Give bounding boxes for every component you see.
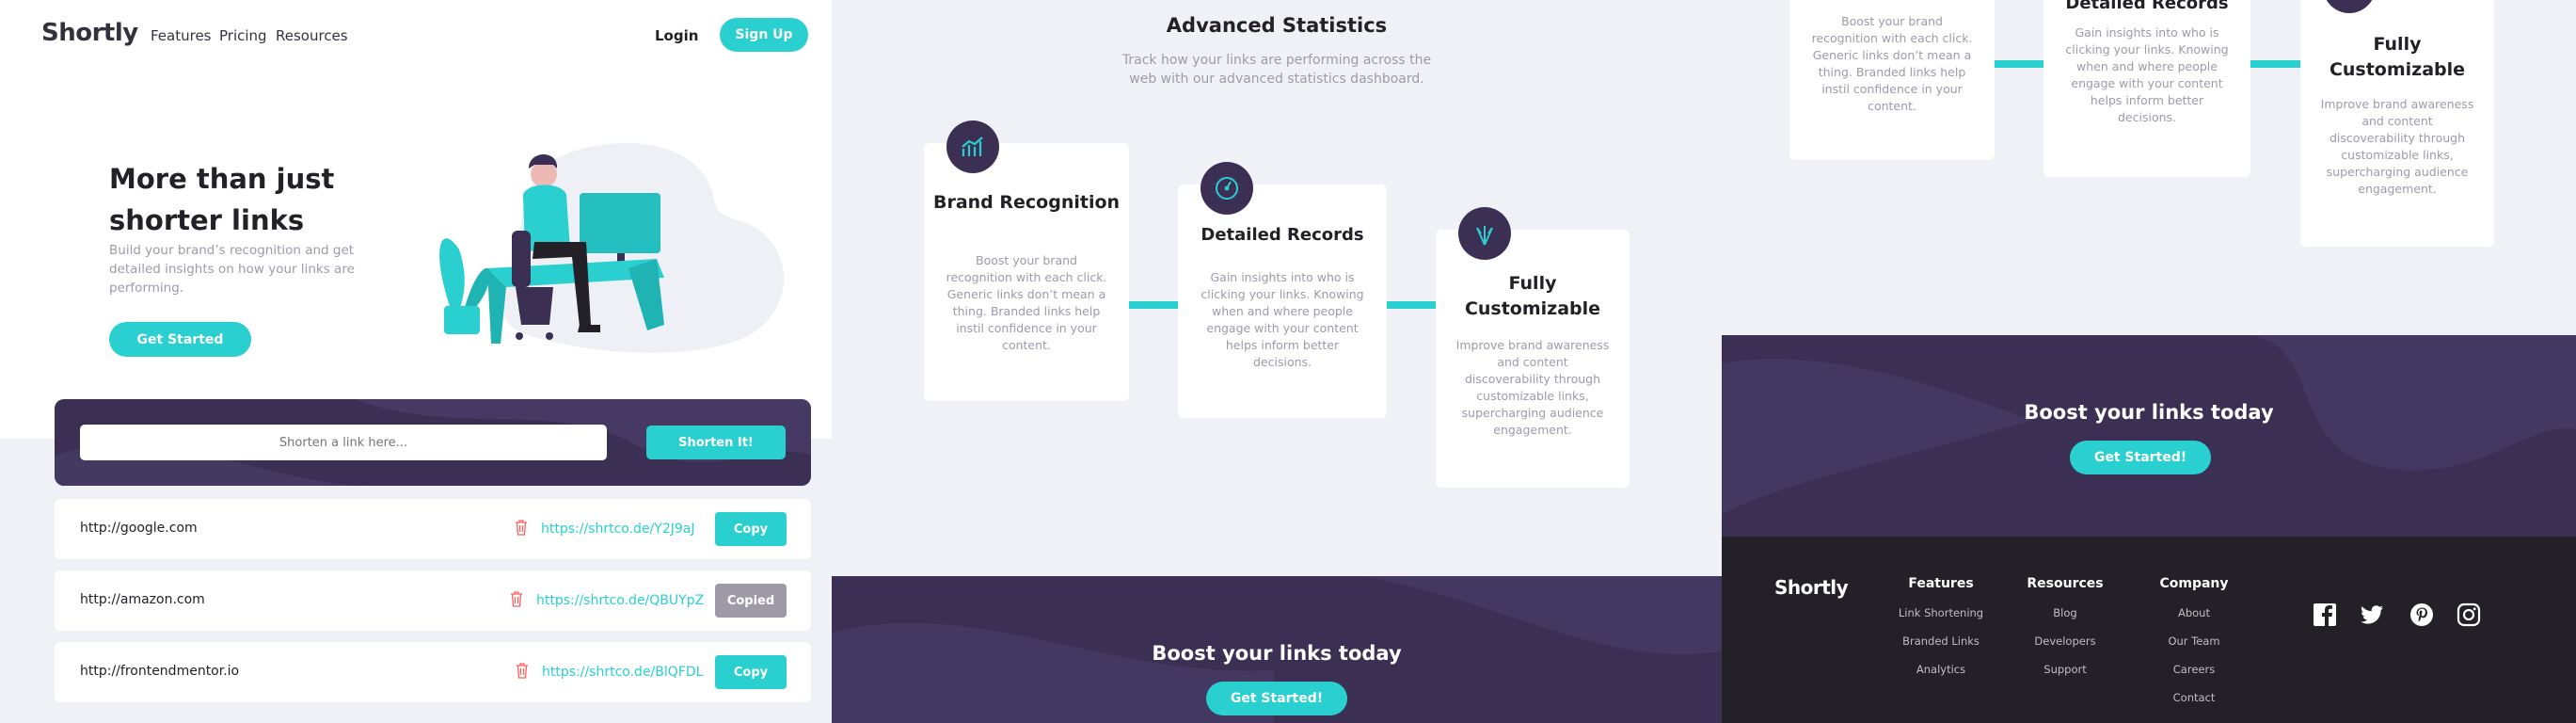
footer-link[interactable]: Blog (2004, 606, 2126, 619)
facebook-icon[interactable] (2313, 602, 2337, 627)
feature-card: Boost your brand recognition with each c… (1789, 0, 1995, 160)
nav-resources[interactable]: Resources (276, 27, 348, 44)
feature-card: Detailed Records Gain insights into who … (2043, 0, 2250, 177)
short-url[interactable]: https://shrtco.de/BlQFDL (542, 665, 703, 680)
boost-get-started-button[interactable]: Get Started! (1206, 682, 1347, 715)
link-result-row: http://amazon.com https://shrtco.de/QBUY… (55, 570, 811, 631)
card-connector (1385, 301, 1441, 309)
stats-subtitle: Track how your links are performing acro… (1121, 53, 1432, 87)
card-connector (1991, 60, 2047, 68)
card-title: Fully Customizable (1464, 273, 1601, 319)
stats-title: Advanced Statistics (1166, 14, 1388, 37)
footer-link[interactable]: Link Shortening (1880, 606, 2002, 619)
original-url: http://google.com (80, 521, 198, 536)
footer-link[interactable]: Our Team (2133, 635, 2255, 648)
card-connector (1127, 301, 1184, 309)
hero-panel: Shortly Features Pricing Resources Login… (0, 0, 832, 723)
short-url[interactable]: https://shrtco.de/Y2J9aJ (541, 522, 694, 537)
nav-features[interactable]: Features (151, 27, 212, 44)
brand-logo[interactable]: Shortly (41, 19, 138, 47)
copied-button[interactable]: Copied (715, 584, 787, 618)
feature-card: Fully Customizable Improve brand awarene… (2300, 0, 2494, 247)
footer-logo[interactable]: Shortly (1774, 576, 1849, 599)
get-started-button[interactable]: Get Started (109, 322, 251, 357)
card-text: Improve brand awareness and content disc… (1455, 338, 1610, 437)
footer-panel: Boost your brand recognition with each c… (1722, 0, 2576, 723)
feature-card: Fully Customizable Improve brand awarene… (1436, 207, 1630, 488)
nav-pricing[interactable]: Pricing (219, 27, 267, 44)
shorten-button[interactable]: Shorten It! (646, 426, 786, 459)
card-title: Brand Recognition (932, 192, 1121, 213)
short-url[interactable]: https://shrtco.de/QBUYpZ (536, 593, 704, 608)
boost-section: Boost your links today Get Started! (832, 576, 1722, 723)
footer-column-title: Resources (2027, 576, 2104, 591)
card-title: Fully Customizable (2329, 34, 2466, 80)
gauge-icon (1201, 162, 1253, 215)
trash-icon[interactable] (515, 519, 528, 536)
hero-subtitle: Build your brand’s recognition and get d… (109, 243, 355, 296)
statistics-panel: Advanced Statistics Track how your links… (832, 0, 1722, 723)
boost-bg-waves (1722, 335, 2576, 514)
footer-link[interactable]: Support (2004, 663, 2126, 676)
footer-link[interactable]: Analytics (1880, 663, 2002, 676)
card-text: Boost your brand recognition with each c… (946, 253, 1107, 352)
card-text: Improve brand awareness and content disc… (2320, 97, 2474, 196)
brush-icon (2323, 0, 2376, 13)
card-connector (2245, 60, 2301, 68)
boost-title: Boost your links today (2024, 401, 2274, 424)
signup-button[interactable]: Sign Up (720, 18, 808, 52)
footer-link[interactable]: Developers (2004, 635, 2126, 648)
pinterest-icon[interactable] (2409, 602, 2434, 627)
trash-icon[interactable] (516, 662, 529, 679)
boost-get-started-button[interactable]: Get Started! (2070, 441, 2211, 474)
card-text: Boost your brand recognition with each c… (1811, 14, 1973, 113)
footer-link[interactable]: Contact (2133, 691, 2255, 704)
card-text: Gain insights into who is clicking your … (2065, 25, 2229, 124)
footer-link[interactable]: Careers (2133, 663, 2255, 676)
card-title: Detailed Records (1201, 225, 1364, 245)
link-result-row: http://google.com https://shrtco.de/Y2J9… (55, 499, 811, 559)
shorten-form: Shorten It! (55, 399, 811, 486)
card-title: Detailed Records (2065, 0, 2229, 13)
brush-icon (1458, 207, 1511, 260)
footer-link[interactable]: Branded Links (1880, 635, 2002, 648)
link-result-row: http://frontendmentor.io https://shrtco.… (55, 642, 811, 702)
chart-icon (946, 120, 999, 173)
card-text: Gain insights into who is clicking your … (1201, 270, 1364, 369)
copy-button[interactable]: Copy (715, 512, 787, 546)
copy-button[interactable]: Copy (715, 655, 787, 689)
footer-column-title: Company (2159, 576, 2229, 591)
trash-icon[interactable] (510, 590, 523, 607)
hero-title: More than just shorter links (109, 163, 335, 236)
shorten-input[interactable] (80, 425, 607, 460)
boost-section: Boost your links today Get Started! (1722, 335, 2576, 537)
login-link[interactable]: Login (655, 27, 698, 44)
instagram-icon[interactable] (2457, 602, 2481, 627)
site-footer: Shortly Features Link Shortening Branded… (1722, 537, 2576, 723)
original-url: http://frontendmentor.io (80, 664, 240, 679)
boost-title: Boost your links today (1152, 642, 1402, 665)
original-url: http://amazon.com (80, 592, 205, 607)
feature-card: Detailed Records Gain insights into who … (1178, 162, 1387, 418)
footer-link[interactable]: About (2133, 606, 2255, 619)
twitter-icon[interactable] (2360, 602, 2384, 627)
working-illustration (439, 142, 784, 353)
footer-column-title: Features (1908, 576, 1974, 591)
feature-card: Brand Recognition Boost your brand recog… (924, 120, 1129, 401)
